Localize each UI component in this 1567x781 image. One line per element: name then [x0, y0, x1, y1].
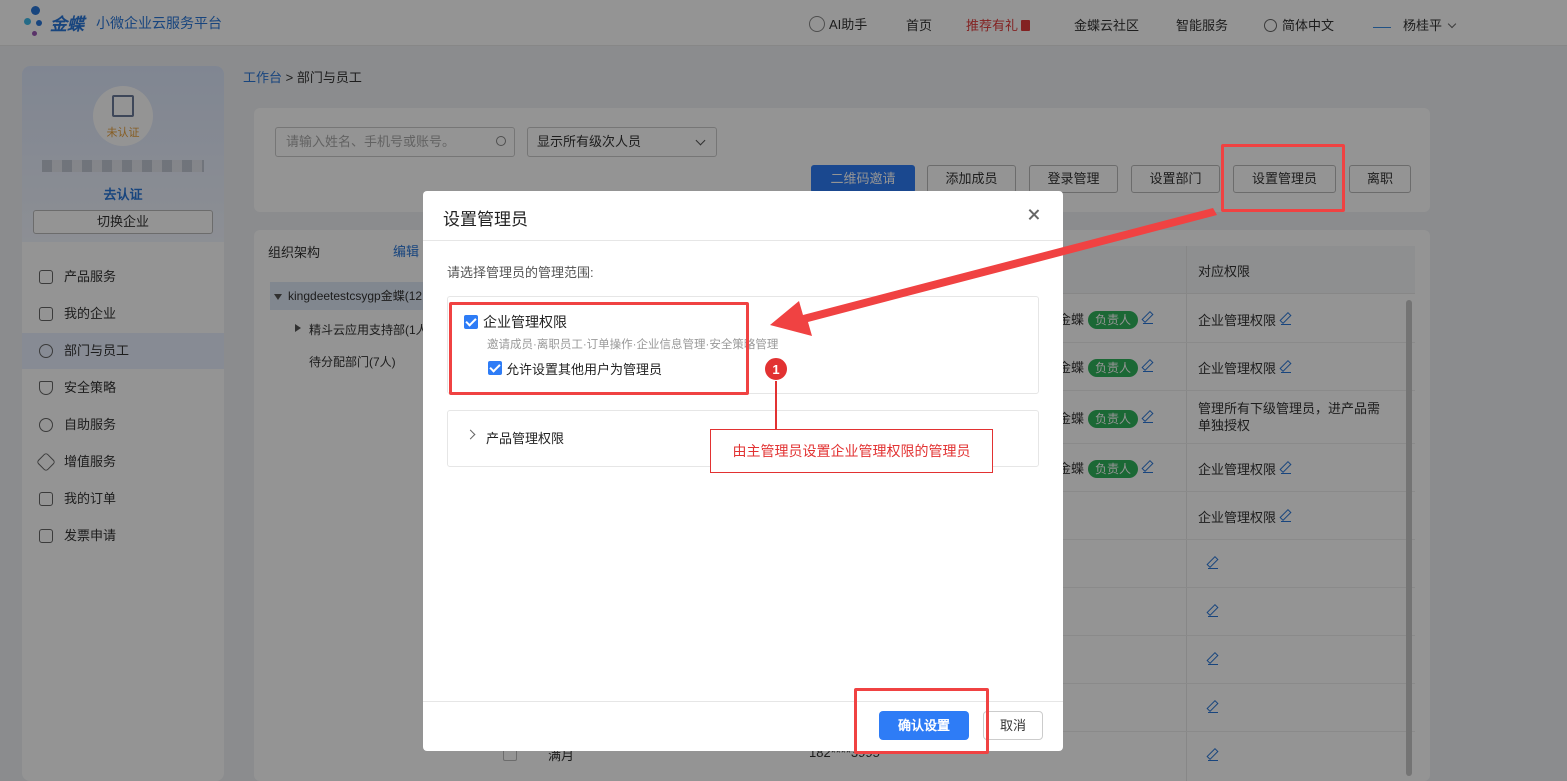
- annotation-number-badge: 1: [764, 357, 788, 381]
- annotation-connector: [775, 381, 777, 430]
- annotation-arrow: [770, 208, 1217, 336]
- annotation-callout: 由主管理员设置企业管理权限的管理员: [710, 429, 993, 473]
- annotation-arrow-shape: [770, 208, 1217, 336]
